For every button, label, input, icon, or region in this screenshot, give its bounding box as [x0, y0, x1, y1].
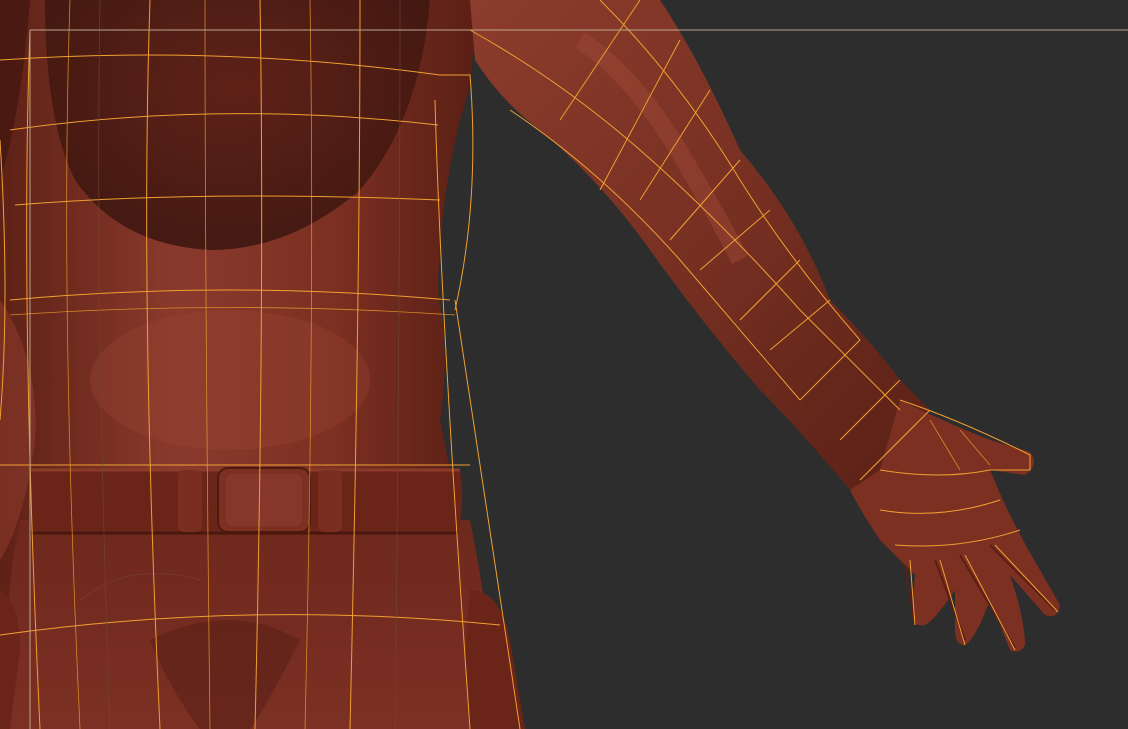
belt-loop-right [318, 470, 342, 532]
right-arm[interactable] [470, 0, 930, 490]
model-canvas[interactable] [0, 0, 1128, 729]
belt-loop-left [178, 470, 202, 532]
3d-viewport[interactable] [0, 0, 1128, 729]
hips[interactable] [6, 520, 501, 729]
